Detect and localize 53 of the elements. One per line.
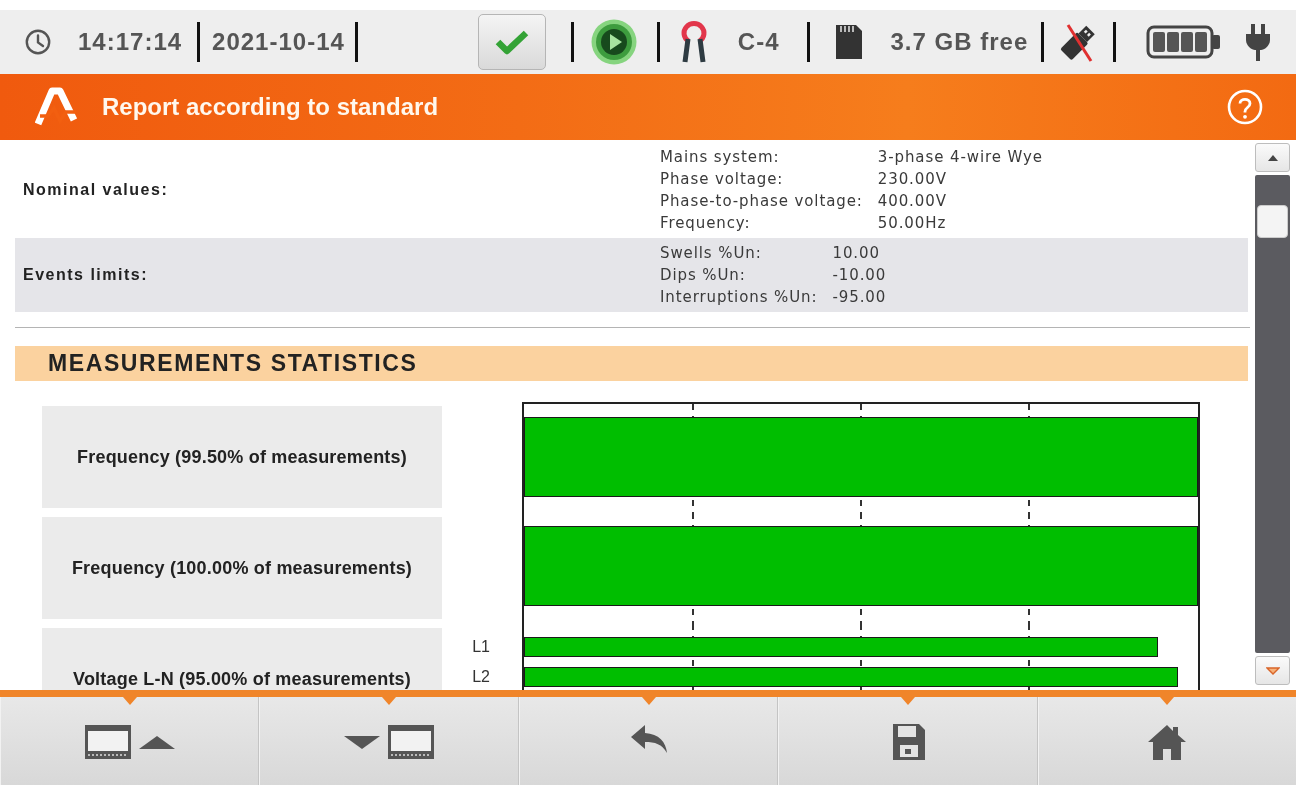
down-arrow-panel-icon [343, 723, 436, 761]
tab-marker-icon [900, 697, 915, 705]
setting-name: Mains system: [660, 147, 780, 168]
setting-value: 10.00 [832, 243, 880, 264]
tab-marker-icon [382, 697, 397, 705]
page-down-button[interactable] [259, 697, 519, 785]
date-text: 2021-10-14 [212, 28, 345, 56]
scroll-down-button[interactable] [1255, 656, 1290, 685]
panel-up-arrow-icon [83, 723, 176, 761]
setting-value: 3-phase 4-wire Wye [877, 147, 1043, 168]
home-icon [1147, 723, 1188, 761]
settings-label: Events limits: [23, 266, 149, 284]
clock-icon [25, 29, 51, 55]
phase-label: L2 [472, 667, 490, 687]
home-button[interactable] [1037, 697, 1296, 785]
setting-value: 50.00Hz [877, 213, 947, 234]
setting-value: -10.00 [832, 265, 887, 286]
storage-text: 3.7 GB free [890, 28, 1029, 56]
tab-marker-icon [122, 697, 137, 705]
setting-name: Phase-to-phase voltage: [660, 191, 863, 212]
setting-name: Interruptions %Un: [660, 287, 818, 308]
setting-name: Swells %Un: [660, 243, 762, 264]
statistic-label: Frequency (100.00% of measurements) [42, 517, 442, 619]
screen-title: Report according to standard [102, 93, 439, 121]
setting-name: Phase voltage: [660, 169, 784, 190]
setting-name: Frequency: [660, 213, 751, 234]
sd-card-icon [833, 23, 864, 61]
logo-icon [35, 87, 77, 127]
triangle-down-icon [1265, 666, 1280, 675]
scroll-up-button[interactable] [1255, 143, 1290, 172]
phase-label: L1 [472, 637, 490, 657]
scrollbar-thumb[interactable] [1257, 205, 1288, 238]
tab-marker-icon [641, 697, 656, 705]
setting-name: Dips %Un: [660, 265, 746, 286]
setting-value: 400.00V [877, 191, 947, 212]
time-text: 14:17:14 [78, 28, 183, 56]
settings-label: Nominal values: [23, 181, 169, 199]
clamp-icon [679, 20, 708, 64]
setting-value: 230.00V [877, 169, 947, 190]
help-icon[interactable] [1227, 89, 1263, 125]
play-circle-icon [590, 19, 637, 65]
checkmark-icon [494, 29, 529, 55]
statistic-label: Frequency (99.50% of measurements) [42, 406, 442, 508]
triangle-up-icon [1267, 154, 1278, 161]
page-up-button[interactable] [0, 697, 260, 785]
statistic-label: Voltage L-N (95.00% of measurements) [42, 628, 442, 690]
input-label: C-4 [737, 28, 780, 56]
section-header: MEASUREMENTS STATISTICS [15, 346, 1248, 381]
save-button[interactable] [778, 697, 1038, 785]
battery-icon [1146, 25, 1223, 59]
tab-marker-icon [1160, 697, 1175, 705]
check-button[interactable] [477, 14, 546, 70]
setting-value: -95.00 [832, 287, 887, 308]
